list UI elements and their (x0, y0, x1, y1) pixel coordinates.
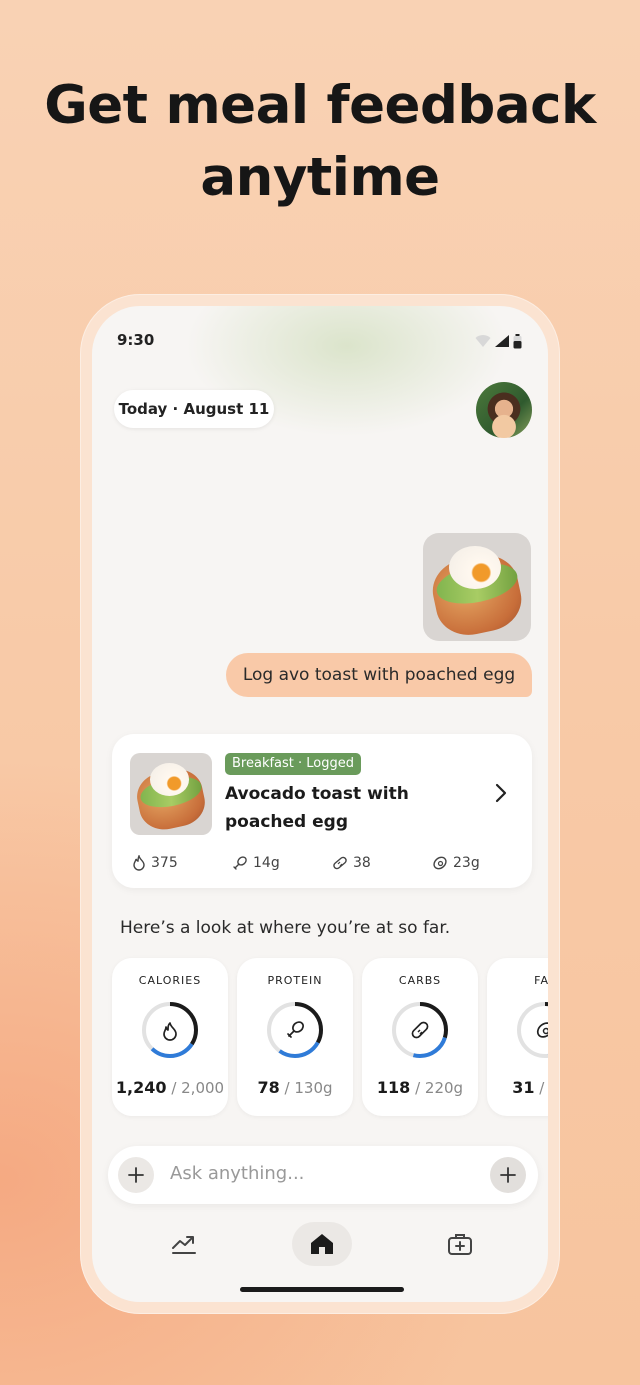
stat-value: 78 / 130g (237, 1078, 353, 1097)
home-icon (311, 1234, 333, 1254)
phone-frame: 9:30 Today · August 11 Log avo toast wit… (80, 294, 560, 1314)
stat-label: FAT (534, 974, 548, 987)
meal-calories: 375 (132, 851, 178, 875)
stat-label: PROTEIN (267, 974, 323, 987)
stat-card-calories[interactable]: CALORIES 1,240 / 2,000 (112, 958, 228, 1116)
meal-macros: 375 14g 38 23g (132, 851, 512, 875)
bread-icon (411, 1021, 429, 1039)
stat-value: 118 / 220g (362, 1078, 478, 1097)
progress-ring (517, 1002, 548, 1058)
battery-icon (513, 333, 522, 348)
summary-text: Here’s a look at where you’re at so far. (120, 918, 451, 938)
headline-line-1: Get meal feedback (44, 75, 596, 136)
plus-icon (500, 1167, 516, 1183)
nav-trends[interactable] (156, 1222, 212, 1266)
medical-kit-icon (448, 1234, 472, 1255)
bread-icon (333, 856, 347, 870)
flame-icon (133, 855, 145, 871)
stat-card-fat[interactable]: FAT 31 / 65g (487, 958, 548, 1116)
ask-input[interactable]: Ask anything... (170, 1163, 304, 1184)
meal-carbs: 38 (332, 851, 371, 875)
avocado-icon (433, 856, 447, 870)
attach-button[interactable] (118, 1157, 154, 1193)
stat-value: 1,240 / 2,000 (112, 1078, 228, 1097)
meal-protein: 14g (232, 851, 280, 875)
stat-goal: / 65g (539, 1079, 548, 1097)
drumstick-icon (233, 856, 247, 870)
home-indicator[interactable] (240, 1287, 404, 1292)
trend-chart-icon (172, 1236, 196, 1254)
status-icons (475, 333, 522, 349)
stat-value: 31 / 65g (487, 1078, 548, 1097)
stat-label: CARBS (398, 974, 442, 987)
stat-goal: / 2,000 (171, 1079, 225, 1097)
wifi-icon (475, 335, 491, 347)
egg-shape (149, 762, 190, 796)
stat-card-carbs[interactable]: CARBS 118 / 220g (362, 958, 478, 1116)
stat-current: 78 (257, 1078, 280, 1097)
meal-title: Avocado toast with poached egg (225, 784, 409, 832)
progress-ring (267, 1002, 323, 1058)
meal-fat: 23g (432, 851, 480, 875)
date-pill[interactable]: Today · August 11 (114, 390, 274, 428)
stat-current: 31 (512, 1078, 535, 1097)
avatar[interactable] (476, 382, 532, 438)
headline-line-2: anytime (200, 147, 440, 208)
egg-shape (448, 545, 501, 590)
meal-calories-value: 375 (151, 855, 178, 871)
stat-goal: / 130g (284, 1079, 333, 1097)
headline: Get meal feedback anytime (0, 70, 640, 214)
ask-input-bar[interactable]: Ask anything... (108, 1146, 538, 1204)
progress-ring (392, 1002, 448, 1058)
drumstick-icon (287, 1021, 304, 1038)
chevron-right-icon[interactable] (492, 782, 510, 804)
stat-current: 118 (376, 1078, 411, 1097)
signal-icon (495, 335, 509, 347)
progress-ring (142, 1002, 198, 1058)
status-time: 9:30 (117, 331, 155, 349)
meal-status-tag: Breakfast · Logged (225, 753, 362, 775)
meal-carbs-value: 38 (353, 855, 371, 871)
nav-home[interactable] (292, 1222, 352, 1266)
send-button[interactable] (490, 1157, 526, 1193)
meal-protein-value: 14g (253, 855, 280, 871)
user-message-bubble: Log avo toast with poached egg (226, 653, 532, 697)
meal-photo-message[interactable] (423, 533, 531, 641)
nav-health[interactable] (432, 1222, 488, 1266)
stat-label: CALORIES (138, 974, 202, 987)
stat-current: 1,240 (115, 1078, 167, 1097)
stat-goal: / 220g (415, 1079, 464, 1097)
meal-card-thumbnail (130, 753, 212, 835)
daily-stats: CALORIES 1,240 / 2,000 PROTEIN 78 / 130g CAR… (112, 958, 548, 1118)
flame-icon (163, 1022, 177, 1041)
phone-screen: 9:30 Today · August 11 Log avo toast wit… (92, 306, 548, 1302)
stat-card-protein[interactable]: PROTEIN 78 / 130g (237, 958, 353, 1116)
bottom-nav (92, 1216, 548, 1272)
plus-icon (128, 1167, 144, 1183)
avocado-icon (536, 1022, 548, 1038)
meal-fat-value: 23g (453, 855, 480, 871)
